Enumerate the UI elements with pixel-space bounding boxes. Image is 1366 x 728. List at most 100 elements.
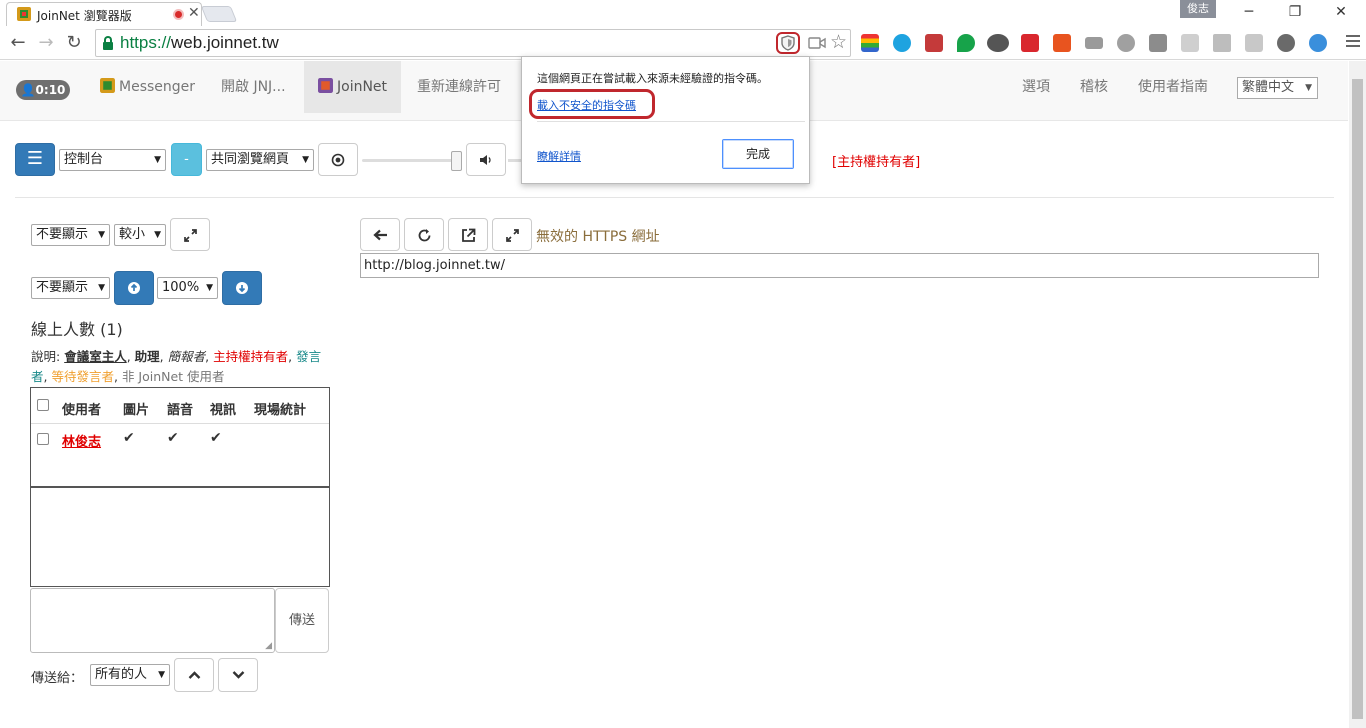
blocked-script-shield-button[interactable] — [776, 32, 800, 54]
drive-icon[interactable] — [1213, 34, 1231, 52]
mic-slider-track[interactable] — [508, 159, 522, 162]
refresh-icon — [418, 229, 431, 242]
send-button[interactable]: 傳送 — [275, 588, 329, 653]
office-icon[interactable] — [1053, 34, 1071, 52]
recording-indicator-icon — [173, 9, 184, 20]
evernote-style-icon[interactable] — [957, 34, 975, 52]
profile-badge[interactable]: 俊志 — [1180, 0, 1216, 18]
address-bar[interactable]: https://web.joinnet.tw ☆ — [95, 29, 851, 57]
cobrowse-refresh-button[interactable] — [404, 218, 444, 251]
speaker-button[interactable] — [466, 143, 506, 176]
arrow-left-icon — [373, 229, 387, 241]
legend-host: 主持權持有者 — [213, 349, 289, 364]
joinnet-favicon-icon — [17, 7, 31, 21]
nav-joinnet[interactable]: JoinNet — [304, 61, 402, 113]
done-button[interactable]: 完成 — [722, 139, 794, 169]
lite-extension-icon[interactable] — [987, 34, 1009, 52]
load-unsafe-scripts-link[interactable]: 載入不安全的指令碼 — [537, 97, 636, 113]
person-extension-icon[interactable] — [1181, 34, 1199, 52]
hamburger-icon: ☰ — [26, 148, 44, 169]
record-button[interactable] — [318, 143, 358, 176]
legend-owner: 會議室主人 — [64, 349, 127, 364]
cloud-icon[interactable] — [1309, 34, 1327, 52]
scroll-up-button[interactable] — [174, 658, 214, 692]
browser-menu-icon[interactable] — [1346, 35, 1360, 50]
cobrowse-fullscreen-button[interactable] — [492, 218, 532, 251]
user-icon: 👤 — [20, 83, 36, 97]
scroll-down-button[interactable] — [218, 658, 258, 692]
forward-button[interactable]: → — [34, 31, 58, 55]
header-picture: 圖片 — [123, 403, 150, 418]
menu-toggle-button[interactable]: ☰ — [15, 143, 55, 176]
header-audio: 語音 — [167, 403, 194, 418]
binoculars-icon[interactable] — [1277, 34, 1295, 52]
volume-icon — [480, 155, 491, 165]
bookmark-star-icon[interactable]: ☆ — [830, 31, 847, 53]
display-select-1[interactable]: 不要顯示 ▼ — [31, 224, 110, 246]
zoom-select[interactable]: 100% ▼ — [157, 277, 218, 299]
new-tab-button[interactable] — [200, 6, 238, 22]
picture-check-icon: ✔ — [123, 430, 135, 446]
restore-button[interactable]: ❐ — [1272, 2, 1318, 22]
nav-messenger[interactable]: Messenger — [86, 61, 209, 113]
popup-message: 這個網頁正在嘗試載入來源未經驗證的指令碼。 — [537, 72, 768, 85]
camera-blocked-icon[interactable] — [808, 36, 826, 50]
participant-name[interactable]: 林俊志 — [62, 431, 101, 450]
upload-button[interactable] — [114, 271, 154, 305]
select-all-checkbox[interactable] — [37, 399, 49, 411]
expand-icon — [506, 229, 519, 242]
download-button[interactable] — [222, 271, 262, 305]
header-video: 視訊 — [210, 403, 237, 418]
acrobat-icon[interactable] — [1021, 34, 1039, 52]
legend-presenter: 簡報者 — [167, 349, 206, 364]
external-link-icon — [462, 228, 476, 242]
window-close-button[interactable]: ✕ — [1318, 2, 1364, 22]
back-button[interactable]: ← — [6, 31, 30, 55]
participants-table: 使用者 圖片 語音 視訊 現場統計 林俊志 ✔ ✔ ✔ — [30, 387, 330, 487]
tab-title: JoinNet 瀏覽器版 — [37, 9, 132, 23]
volume-slider-handle[interactable] — [451, 151, 462, 171]
screen-extension-icon[interactable] — [1085, 37, 1103, 49]
book-extension-icon[interactable] — [925, 34, 943, 52]
session-timer-badge: 👤0:10 — [16, 80, 70, 100]
scrollbar-thumb[interactable] — [1352, 79, 1363, 719]
messenger-icon — [100, 78, 115, 93]
exif-icon[interactable] — [1245, 34, 1263, 52]
cobrowse-back-button[interactable] — [360, 218, 400, 251]
page-scrollbar[interactable] — [1349, 61, 1366, 728]
learn-more-link[interactable]: 瞭解詳情 — [537, 148, 581, 164]
console-select[interactable]: 控制台 ▼ — [59, 149, 166, 171]
minimize-button[interactable]: ─ — [1226, 2, 1272, 22]
send-to-select[interactable]: 所有的人 ▼ — [90, 664, 170, 686]
mail-m-icon[interactable] — [1117, 34, 1135, 52]
tab-close-icon[interactable]: ✕ — [188, 5, 200, 21]
address-url: https://web.joinnet.tw — [120, 33, 279, 52]
nav-reconnect-permission[interactable]: 重新連線許可 — [403, 61, 515, 113]
script-s-icon[interactable] — [1149, 34, 1167, 52]
video-fullscreen-button[interactable] — [170, 218, 210, 251]
size-select[interactable]: 較小 ▼ — [114, 224, 166, 246]
display-select-2[interactable]: 不要顯示 ▼ — [31, 277, 110, 299]
cobrowse-url-input[interactable]: http://blog.joinnet.tw/ — [360, 253, 1319, 278]
blocked-script-popup: 這個網頁正在嘗試載入來源未經驗證的指令碼。 載入不安全的指令碼 瞭解詳情 完成 — [521, 56, 810, 184]
send-to-label: 傳送給： — [31, 671, 84, 686]
chat-input[interactable]: ◢ — [30, 588, 275, 653]
nav-options[interactable]: 選項 — [1022, 61, 1050, 113]
nav-user-guide[interactable]: 使用者指南 — [1138, 61, 1208, 113]
language-select[interactable]: 繁體中文 ▼ — [1237, 77, 1318, 99]
extension-stack-icon[interactable] — [861, 34, 879, 52]
cobrowse-open-external-button[interactable] — [448, 218, 488, 251]
header-stats: 現場統計 — [254, 403, 307, 418]
volume-slider-track[interactable] — [362, 159, 456, 162]
skype-icon[interactable] — [893, 34, 911, 52]
collapse-button[interactable]: - — [171, 143, 202, 176]
nav-open-jnj[interactable]: 開啟 JNJ... — [207, 61, 300, 113]
browser-tab[interactable]: JoinNet 瀏覽器版 ✕ — [6, 2, 202, 26]
reload-button[interactable]: ↻ — [62, 31, 86, 55]
arrow-up-circle-icon — [128, 282, 140, 294]
nav-audit[interactable]: 稽核 — [1080, 61, 1108, 113]
cobrowse-select[interactable]: 共同瀏覽網頁 ▼ — [206, 149, 314, 171]
header-user: 使用者 — [62, 403, 102, 418]
row-checkbox[interactable] — [37, 433, 49, 445]
chat-log[interactable] — [30, 487, 330, 587]
